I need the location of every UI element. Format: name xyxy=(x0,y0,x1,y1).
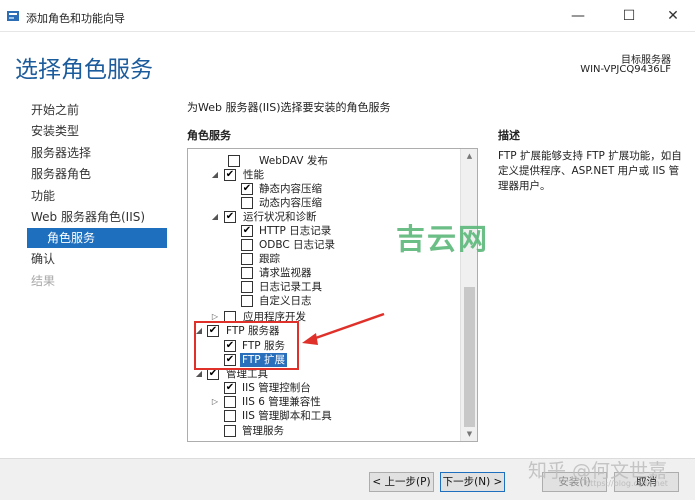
tree-checkbox[interactable] xyxy=(241,295,253,307)
tree-checkbox[interactable] xyxy=(228,155,240,167)
nav-item-server-roles[interactable]: 服务器角色 xyxy=(31,164,91,184)
nav-item-results: 结果 xyxy=(31,274,56,288)
expand-icon[interactable]: ▷ xyxy=(210,395,220,409)
tree-checkbox[interactable] xyxy=(224,425,236,437)
minimize-button[interactable]: — xyxy=(556,0,600,32)
maximize-icon: ☐ xyxy=(622,8,636,24)
role-services-tree: WebDAV 发布 ◢ ✔ 性能 ✔ 静态内容压缩 动态内容压缩 ◢ ✔ 运行状… xyxy=(187,148,478,442)
tree-item-label: 运行状况和诊断 xyxy=(243,211,317,223)
nav-item-features[interactable]: 功能 xyxy=(31,186,55,206)
tree-item-label: IIS 6 管理兼容性 xyxy=(242,396,321,408)
tree-item-label: ODBC 日志记录 xyxy=(259,239,336,251)
collapse-icon[interactable]: ◢ xyxy=(210,168,220,182)
tree-checkbox[interactable]: ✔ xyxy=(241,225,253,237)
tree-item-label: HTTP 日志记录 xyxy=(259,225,332,237)
nav-item-role-services[interactable]: 角色服务 xyxy=(27,228,167,248)
tree-checkbox[interactable]: ✔ xyxy=(224,382,236,394)
tree-item-label: IIS 管理脚本和工具 xyxy=(242,410,332,422)
tree-checkbox[interactable] xyxy=(241,281,253,293)
tree-checkbox[interactable] xyxy=(241,239,253,251)
next-button[interactable]: 下一步(N) > xyxy=(440,472,505,492)
tree-item-label: 性能 xyxy=(243,169,264,181)
tree-checkbox[interactable] xyxy=(224,396,236,408)
description-heading: 描述 xyxy=(498,129,520,142)
credit-watermark: https://blog.csdn.net xyxy=(585,479,668,488)
tree-item-label: IIS 管理控制台 xyxy=(242,382,311,394)
tree-checkbox[interactable]: ✔ xyxy=(224,211,236,223)
description-text: FTP 扩展能够支持 FTP 扩展功能，如自定义提供程序、ASP.NET 用户或… xyxy=(498,150,682,192)
tree-checkbox[interactable] xyxy=(224,410,236,422)
nav-item-server-selection[interactable]: 服务器选择 xyxy=(31,143,91,163)
tree-checkbox[interactable] xyxy=(241,253,253,265)
tree-checkbox[interactable] xyxy=(241,197,253,209)
minimize-icon: — xyxy=(571,8,585,24)
tree-item-label: 管理服务 xyxy=(242,425,284,437)
scroll-thumb[interactable] xyxy=(464,287,475,427)
scroll-down-icon[interactable]: ▼ xyxy=(461,427,477,441)
previous-button[interactable]: < 上一步(P) xyxy=(369,472,434,492)
close-icon: ✕ xyxy=(667,8,679,24)
tree-item-label: 跟踪 xyxy=(259,253,280,265)
nav-item-before-you-begin[interactable]: 开始之前 xyxy=(31,100,79,120)
tree-item-label: WebDAV 发布 xyxy=(259,155,328,167)
nav-item-web-server-role[interactable]: Web 服务器角色(IIS) xyxy=(31,207,145,227)
window-title: 添加角色和功能向导 xyxy=(26,12,125,25)
site-watermark: 吉云网 xyxy=(396,222,490,256)
tree-item-label: 自定义日志 xyxy=(259,295,312,307)
tree-scrollbar[interactable]: ▲ ▼ xyxy=(460,149,477,441)
annotation-highlight-box xyxy=(194,321,299,370)
tree-item-label: 静态内容压缩 xyxy=(259,183,322,195)
nav-item-confirmation[interactable]: 确认 xyxy=(31,249,55,269)
server-manager-icon xyxy=(7,11,19,21)
tree-item-label: 日志记录工具 xyxy=(259,281,322,293)
tree-checkbox[interactable]: ✔ xyxy=(241,183,253,195)
close-button[interactable]: ✕ xyxy=(651,0,695,32)
maximize-button[interactable]: ☐ xyxy=(607,0,651,32)
tree-item-label: 请求监视器 xyxy=(259,267,312,279)
scroll-up-icon[interactable]: ▲ xyxy=(461,149,477,163)
page-title: 选择角色服务 xyxy=(15,57,153,83)
roles-heading: 角色服务 xyxy=(187,129,231,142)
instruction-text: 为Web 服务器(IIS)选择要安装的角色服务 xyxy=(187,101,391,114)
target-server-name: WIN-VPJCQ9436LF xyxy=(580,64,671,75)
tree-checkbox[interactable]: ✔ xyxy=(224,169,236,181)
tree-item-label: 动态内容压缩 xyxy=(259,197,322,209)
nav-item-installation-type[interactable]: 安装类型 xyxy=(31,121,79,141)
tree-checkbox[interactable] xyxy=(241,267,253,279)
collapse-icon[interactable]: ◢ xyxy=(210,210,220,224)
title-bar: 添加角色和功能向导 — ☐ ✕ xyxy=(0,0,695,32)
